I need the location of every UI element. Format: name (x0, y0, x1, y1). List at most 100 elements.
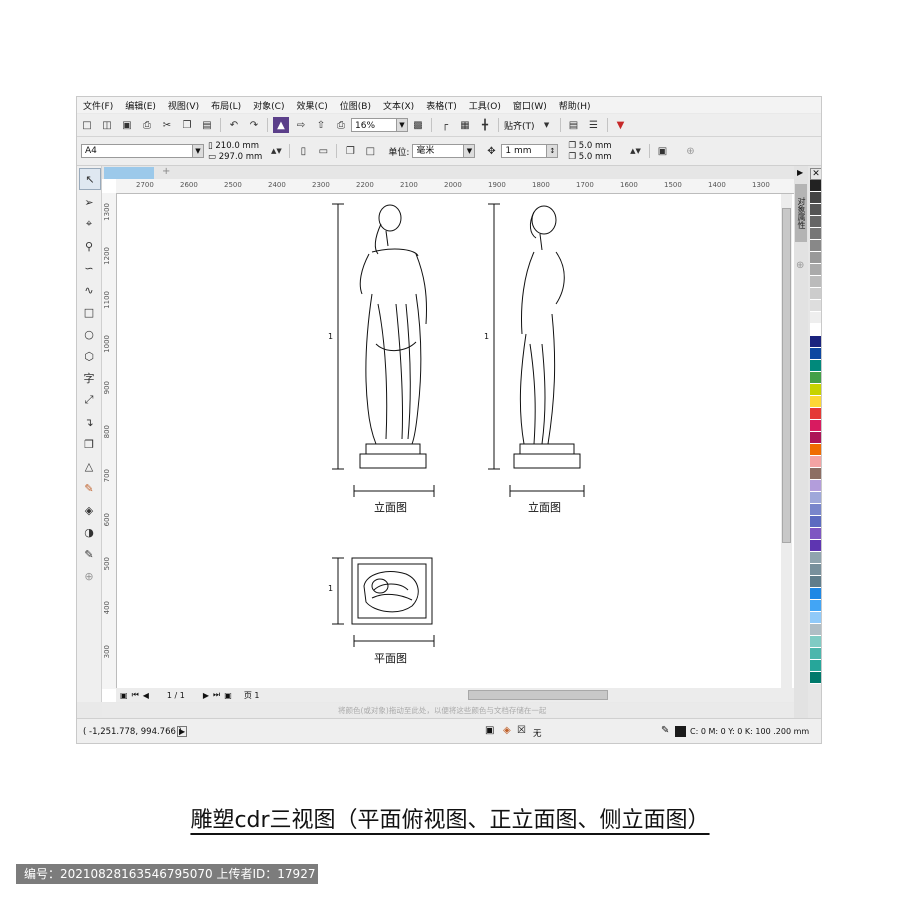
color-swatch[interactable] (810, 252, 821, 264)
full-screen-preview-icon[interactable]: ▩ (410, 117, 426, 133)
menu-help[interactable]: 帮助(H) (553, 99, 597, 112)
menu-window[interactable]: 窗口(W) (507, 99, 553, 112)
color-swatch[interactable] (810, 228, 821, 240)
open-folder-icon[interactable]: ◫ (99, 117, 115, 133)
export-icon[interactable]: ⇧ (313, 117, 329, 133)
color-swatch[interactable] (810, 552, 821, 564)
menu-text[interactable]: 文本(X) (377, 99, 420, 112)
undo-icon[interactable]: ↶ (226, 117, 242, 133)
color-swatch[interactable] (810, 612, 821, 624)
search-content-icon[interactable]: ▲ (273, 117, 289, 133)
ellipse-tool-icon[interactable]: ○ (79, 324, 99, 344)
color-swatch[interactable] (810, 456, 821, 468)
color-swatch[interactable] (810, 540, 821, 552)
new-document-icon[interactable]: □ (79, 117, 95, 133)
eyedropper-icon[interactable]: ✎ (79, 478, 99, 498)
outline-pen-icon[interactable]: ✎ (661, 725, 669, 736)
parallel-dimension-icon[interactable]: ⤢ (79, 390, 99, 410)
first-page-icon[interactable]: ⏮ (132, 690, 139, 700)
cut-icon[interactable]: ✂ (159, 117, 175, 133)
copy-icon[interactable]: ❐ (179, 117, 195, 133)
portrait-icon[interactable]: ▯ (295, 143, 311, 159)
page-size-select[interactable]: A4 (81, 144, 193, 158)
units-select[interactable]: 毫米 (412, 144, 465, 158)
color-swatch[interactable] (810, 192, 821, 204)
spinner-arrows-icon[interactable]: ▲▼ (628, 143, 644, 159)
duplicate-y-field[interactable]: 5.0 mm (579, 152, 612, 162)
document-tab[interactable] (104, 167, 154, 179)
outline-pen-icon[interactable]: ✎ (79, 544, 99, 564)
smart-fill-icon[interactable]: ◑ (79, 522, 99, 542)
chevron-right-icon[interactable]: ▶ (797, 168, 803, 177)
add-document-icon[interactable]: + (162, 166, 170, 177)
show-grid-icon[interactable]: ▦ (457, 117, 473, 133)
menu-view[interactable]: 视图(V) (162, 99, 205, 112)
color-swatch[interactable] (810, 384, 821, 396)
no-fill-icon[interactable]: ☒ (517, 725, 526, 736)
document-palette-bar[interactable]: 将颜色(或对象)拖动至此处，以便将这些颜色与文档存储在一起 (102, 703, 794, 717)
color-swatch[interactable] (810, 420, 821, 432)
page-width-field[interactable]: 210.0 mm (215, 141, 259, 151)
treat-as-filled-icon[interactable]: ▣ (655, 143, 671, 159)
add-tool-icon[interactable]: ⊕ (79, 566, 99, 586)
color-swatch[interactable] (810, 648, 821, 660)
menu-layout[interactable]: 布局(L) (205, 99, 247, 112)
color-swatch[interactable] (810, 468, 821, 480)
chevron-right-icon[interactable]: ▶ (177, 726, 188, 737)
interactive-fill-icon[interactable]: ◈ (79, 500, 99, 520)
chevron-down-icon[interactable]: ▼ (397, 118, 408, 132)
current-page-icon[interactable]: □ (362, 143, 378, 159)
color-swatch[interactable] (810, 288, 821, 300)
horizontal-scroll-thumb[interactable] (468, 690, 608, 700)
nudge-distance-field[interactable]: 1 mm (501, 144, 548, 158)
color-swatch[interactable] (810, 312, 821, 324)
color-swatch[interactable] (810, 660, 821, 672)
menu-effects[interactable]: 效果(C) (290, 99, 333, 112)
chevron-down-icon[interactable]: ▼ (464, 144, 476, 158)
publish-pdf-icon[interactable]: ⎙ (333, 117, 349, 133)
color-swatch[interactable] (810, 348, 821, 360)
all-pages-icon[interactable]: ❐ (342, 143, 358, 159)
color-swatch[interactable] (810, 432, 821, 444)
color-swatch[interactable] (810, 276, 821, 288)
add-icon[interactable]: ⊕ (683, 143, 699, 159)
pick-tool-icon[interactable]: ↖ (79, 168, 101, 190)
next-page-icon[interactable]: ▶ (203, 691, 209, 700)
options-icon[interactable]: ▤ (566, 117, 582, 133)
add-page-end-icon[interactable]: ▣ (224, 691, 232, 700)
color-swatch[interactable] (810, 672, 821, 684)
save-icon[interactable]: ▣ (119, 117, 135, 133)
crop-tool-icon[interactable]: ⌖ (79, 214, 99, 234)
connector-tool-icon[interactable]: ↴ (79, 412, 99, 432)
welcome-screen-icon[interactable]: ▼ (613, 117, 629, 133)
zoom-level-field[interactable]: 16% (351, 118, 397, 132)
spinner-arrows-icon[interactable]: ▲▼ (268, 143, 284, 159)
menu-edit[interactable]: 编辑(E) (119, 99, 162, 112)
color-swatch[interactable] (810, 372, 821, 384)
vertical-scroll-thumb[interactable] (782, 208, 791, 543)
print-icon[interactable]: ⎙ (139, 117, 155, 133)
prev-page-icon[interactable]: ◀ (143, 691, 149, 700)
shape-tool-icon[interactable]: ➢ (79, 192, 99, 212)
snap-to-dropdown[interactable]: 贴齐(T) (504, 119, 535, 132)
show-rulers-icon[interactable]: ┌ (437, 117, 453, 133)
color-swatch[interactable] (810, 264, 821, 276)
vertical-ruler[interactable]: 1300 1200 1100 1000 900 800 700 600 500 … (102, 193, 117, 689)
color-swatch[interactable] (810, 480, 821, 492)
color-swatch[interactable] (810, 204, 821, 216)
menu-tools[interactable]: 工具(O) (463, 99, 507, 112)
text-tool-icon[interactable]: 字 (79, 368, 99, 388)
color-swatch[interactable] (810, 564, 821, 576)
rectangle-tool-icon[interactable]: □ (79, 302, 99, 322)
color-swatch[interactable] (810, 492, 821, 504)
color-swatch[interactable] (810, 576, 821, 588)
transparency-tool-icon[interactable]: △ (79, 456, 99, 476)
color-swatch[interactable] (810, 216, 821, 228)
zoom-tool-icon[interactable]: ⚲ (79, 236, 99, 256)
drawing-canvas[interactable]: 1 1 1 立面图 立面图 平面图 (116, 194, 780, 689)
color-swatch[interactable] (810, 624, 821, 636)
color-swatch[interactable] (810, 516, 821, 528)
freehand-tool-icon[interactable]: ∽ (79, 258, 99, 278)
color-swatch[interactable] (810, 180, 821, 192)
page-tab[interactable]: 页 1 (244, 690, 260, 701)
